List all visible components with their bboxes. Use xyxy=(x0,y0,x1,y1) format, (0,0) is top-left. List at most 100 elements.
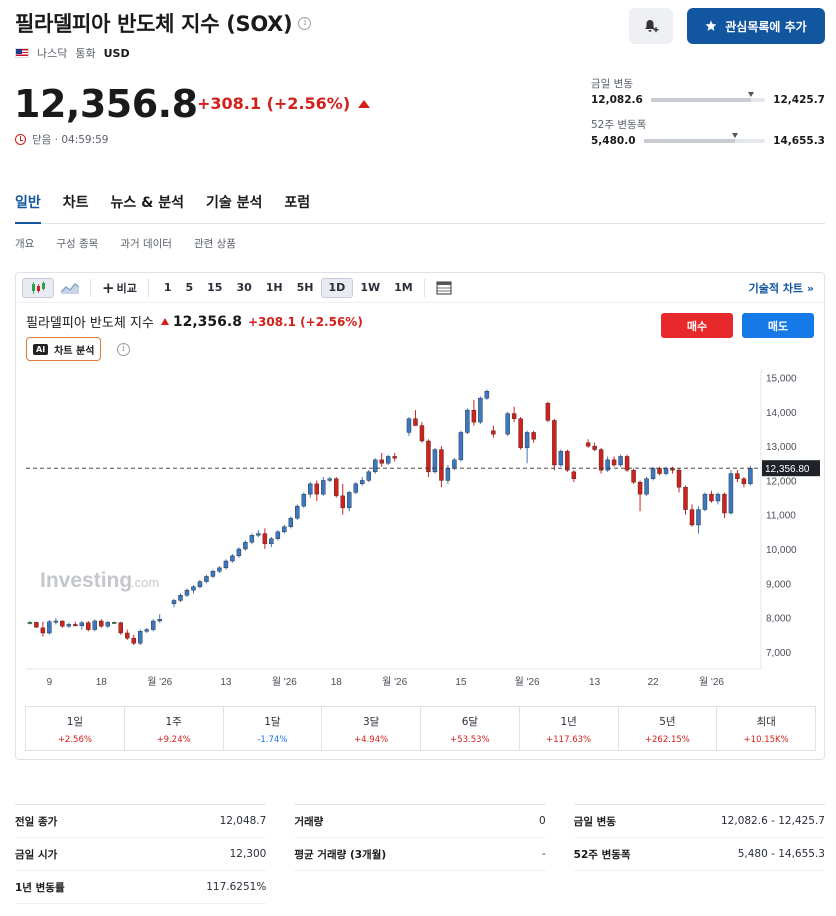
interval-1h[interactable]: 1H xyxy=(259,278,290,298)
subtab-historical[interactable]: 과거 데이터 xyxy=(120,236,172,251)
technical-chart-link[interactable]: 기술적 차트 » xyxy=(742,278,824,298)
x-axis: 9 18 월 '26 13 월 '26 18 월 '26 15 월 '26 13 22 월 '26 xyxy=(26,668,761,688)
candle-body xyxy=(138,631,143,644)
instrument-meta: 나스닥 통화 USD xyxy=(15,45,130,61)
tab-news[interactable]: 뉴스 & 분석 xyxy=(111,188,184,224)
candle-body xyxy=(144,629,149,632)
candle-body xyxy=(53,620,59,623)
interval-30[interactable]: 30 xyxy=(229,278,258,298)
candle-body xyxy=(327,478,332,481)
tab-chart[interactable]: 차트 xyxy=(63,188,89,224)
alert-button[interactable] xyxy=(629,8,673,44)
x-tick-label: 월 '26 xyxy=(515,676,540,688)
chart-panel: + 비교 1 5 15 30 1H 5H 1D 1W 1M 기술적 차트 » 필… xyxy=(15,272,825,760)
instrument-name: 필라델피아 반도체 지수 (SOX) xyxy=(15,12,293,36)
candle-body xyxy=(353,483,358,493)
performance-cell[interactable]: 6달 +53.53% xyxy=(421,707,520,750)
candle-body xyxy=(413,418,418,426)
candles xyxy=(27,389,753,645)
candle-body xyxy=(571,471,577,479)
area-type-button[interactable] xyxy=(54,278,86,298)
candle-body xyxy=(125,632,130,639)
candle-body xyxy=(524,432,530,449)
candle-body xyxy=(419,425,425,442)
performance-cell[interactable]: 1달 -1.74% xyxy=(224,707,323,750)
performance-cell[interactable]: 1년 +117.63% xyxy=(520,707,619,750)
performance-cell[interactable]: 5년 +262.15% xyxy=(619,707,718,750)
ai-chart-analysis-button[interactable]: AI 차트 분석 xyxy=(26,337,102,361)
sell-button[interactable]: 매도 xyxy=(742,313,814,338)
info-icon[interactable]: i xyxy=(117,343,130,356)
performance-cell[interactable]: 최대 +10.15K% xyxy=(717,707,815,750)
clock-icon xyxy=(15,134,26,145)
interval-1m[interactable]: 1M xyxy=(387,278,420,298)
interval-1d[interactable]: 1D xyxy=(320,277,354,298)
candle-body xyxy=(151,620,156,630)
last-price-line: 12,356.80 xyxy=(26,460,820,477)
interval-1w[interactable]: 1W xyxy=(353,278,387,298)
candle-body xyxy=(112,622,117,624)
performance-value: +10.15K% xyxy=(743,735,789,745)
page-title: 필라델피아 반도체 지수 (SOX) i xyxy=(15,8,312,38)
candle-body xyxy=(230,555,235,562)
y-tick-label: 7,000 xyxy=(766,648,791,659)
week52-range-label: 52주 변동폭 xyxy=(591,119,647,131)
performance-cell[interactable]: 1일 +2.56% xyxy=(26,707,125,750)
stat-label: 1년 변동률 xyxy=(15,881,65,894)
candle-body xyxy=(73,624,78,627)
candle-body xyxy=(657,468,662,474)
week52-range: 52주 변동폭 5,480.0 14,655.3 xyxy=(591,117,825,147)
candle-body xyxy=(184,589,190,596)
performance-cell[interactable]: 3달 +4.94% xyxy=(322,707,421,750)
candle-body xyxy=(40,627,46,634)
subtab-summary[interactable]: 개요 xyxy=(15,236,34,251)
x-tick-label: 월 '26 xyxy=(272,676,297,688)
x-tick-label: 22 xyxy=(647,677,659,688)
tab-forum[interactable]: 포럼 xyxy=(284,188,310,224)
candle-body xyxy=(728,473,734,514)
compare-button[interactable]: + 비교 xyxy=(95,278,144,298)
week52-range-marker xyxy=(731,133,738,138)
candle-body xyxy=(295,505,300,519)
add-to-watchlist-button[interactable]: 관심목록에 추가 xyxy=(687,8,825,44)
table-view-button[interactable] xyxy=(429,278,459,298)
subtab-related[interactable]: 관련 상품 xyxy=(194,236,236,251)
candle-body xyxy=(223,560,229,569)
interval-15[interactable]: 15 xyxy=(200,278,229,298)
chart-instrument-name: 필라델피아 반도체 지수 xyxy=(26,316,154,331)
candle-body xyxy=(321,480,326,495)
candle-body xyxy=(637,481,643,495)
y-tick-label: 13,000 xyxy=(766,442,797,453)
candle-body xyxy=(66,624,72,627)
candlestick-type-button[interactable] xyxy=(22,277,54,298)
candle-body xyxy=(373,459,378,473)
stat-label: 평균 거래량 (3개월) xyxy=(294,848,387,861)
stat-label: 52주 변동폭 xyxy=(573,848,631,861)
price-chart[interactable]: Investing .com 7,000 8,000 9,000 10,000 11,0… xyxy=(16,369,824,699)
candle-body xyxy=(565,451,570,471)
buy-button[interactable]: 매수 xyxy=(661,313,733,338)
subtab-components[interactable]: 구성 종목 xyxy=(56,236,98,251)
stat-row: 1년 변동률 117.6251% xyxy=(15,871,267,904)
interval-5[interactable]: 5 xyxy=(178,278,200,298)
tab-overview[interactable]: 일반 xyxy=(15,188,41,224)
watchlist-label: 관심목록에 추가 xyxy=(725,19,807,34)
info-icon[interactable]: i xyxy=(298,16,312,30)
candle-body xyxy=(236,548,242,557)
performance-period: 5년 xyxy=(659,716,676,728)
day-range-marker xyxy=(748,92,755,97)
candle-body xyxy=(505,413,510,435)
x-tick-label: 13 xyxy=(220,677,232,688)
performance-cell[interactable]: 1주 +9.24% xyxy=(125,707,224,750)
stats-column-2: 거래량 0 평균 거래량 (3개월) - xyxy=(294,804,546,904)
candle-body xyxy=(99,620,104,627)
candle-body xyxy=(197,581,203,587)
y-tick-label: 11,000 xyxy=(766,511,796,522)
candle-body xyxy=(47,621,52,634)
interval-1[interactable]: 1 xyxy=(157,278,179,298)
interval-5h[interactable]: 5H xyxy=(290,278,321,298)
tab-technical[interactable]: 기술 분석 xyxy=(206,188,262,224)
y-tick-label: 12,000 xyxy=(766,476,797,487)
candle-body xyxy=(79,622,85,626)
last-price-tag-label: 12,356.80 xyxy=(765,464,810,475)
